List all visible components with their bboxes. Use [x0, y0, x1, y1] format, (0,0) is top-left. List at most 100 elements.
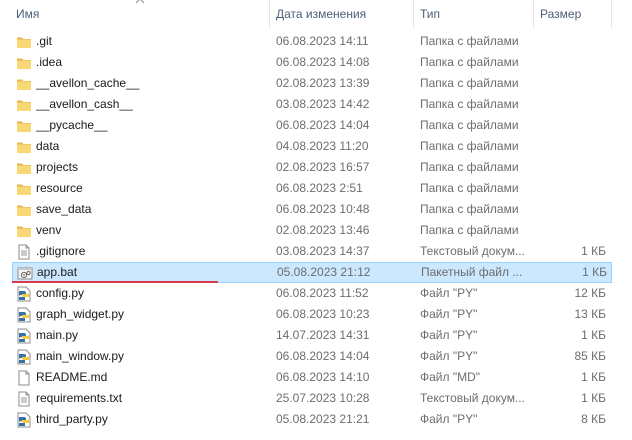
column-header-bar: Имя Дата изменения Тип Размер: [0, 0, 632, 28]
folder-icon: [16, 52, 34, 73]
file-size: 1 КБ: [582, 265, 607, 279]
file-row[interactable]: save_data 06.08.2023 10:48 Папка с файлами: [12, 199, 612, 220]
file-name: projects: [36, 160, 79, 174]
folder-icon: [16, 73, 34, 94]
file-type: Файл "MD": [420, 370, 481, 384]
folder-icon: [16, 220, 34, 241]
file-row[interactable]: third_party.py 05.08.2023 21:21 Файл "PY" 8…: [12, 409, 612, 430]
file-type: Текстовый докум...: [420, 391, 525, 405]
file-name: third_party.py: [36, 412, 108, 426]
file-size: [532, 31, 606, 52]
file-date-modified: 06.08.2023 14:10: [276, 370, 370, 384]
file-name: graph_widget.py: [36, 307, 125, 321]
file-size: [532, 157, 606, 178]
folder-icon: [16, 199, 34, 220]
column-separator[interactable]: [611, 0, 612, 28]
file-size: [532, 94, 606, 115]
file-name: app.bat: [37, 265, 78, 279]
file-type: Текстовый докум...: [420, 244, 525, 258]
folder-icon: [16, 94, 34, 115]
file-row[interactable]: config.py 06.08.2023 11:52 Файл "PY" 12 КБ: [12, 283, 612, 304]
file-row[interactable]: .idea 06.08.2023 14:08 Папка с файлами: [12, 52, 612, 73]
file-row[interactable]: venv 02.08.2023 13:46 Папка с файлами: [12, 220, 612, 241]
file-row[interactable]: requirements.txt 25.07.2023 10:28 Текстовы…: [12, 388, 612, 409]
file-row[interactable]: __avellon_cash__ 03.08.2023 14:42 Папка с …: [12, 94, 612, 115]
file-type: Папка с файлами: [420, 160, 519, 174]
file-row[interactable]: main_window.py 06.08.2023 14:04 Файл "PY" 8…: [12, 346, 612, 367]
python-file-icon: [16, 346, 34, 367]
file-type: Папка с файлами: [420, 223, 519, 237]
file-name: README.md: [36, 370, 108, 384]
file-row-selected[interactable]: app.bat 05.08.2023 21:12 Пакетный файл ...…: [12, 262, 612, 283]
file-row[interactable]: resource 06.08.2023 2:51 Папка с файлами: [12, 178, 612, 199]
file-size: [532, 178, 606, 199]
file-size: 8 КБ: [581, 412, 606, 426]
file-size: 1 КБ: [581, 244, 606, 258]
folder-icon: [16, 157, 34, 178]
folder-icon: [16, 178, 34, 199]
text-file-icon: [16, 388, 34, 409]
file-type: Папка с файлами: [420, 181, 519, 195]
file-size: 13 КБ: [574, 307, 606, 321]
file-type: Папка с файлами: [420, 97, 519, 111]
file-type: Папка с файлами: [420, 139, 519, 153]
file-date-modified: 04.08.2023 11:20: [276, 139, 369, 153]
file-name: requirements.txt: [36, 391, 123, 405]
text-file-icon: [16, 241, 34, 262]
file-date-modified: 06.08.2023 14:04: [276, 349, 370, 363]
file-row[interactable]: main.py 14.07.2023 14:31 Файл "PY" 1 КБ: [12, 325, 612, 346]
batch-file-icon: [17, 262, 35, 283]
python-file-icon: [16, 283, 34, 304]
file-date-modified: 03.08.2023 14:37: [276, 244, 370, 258]
file-date-modified: 14.07.2023 14:31: [276, 328, 370, 342]
file-name: data: [36, 139, 60, 153]
file-name: .idea: [36, 55, 63, 69]
file-date-modified: 06.08.2023 14:11: [276, 34, 369, 48]
file-type: Папка с файлами: [420, 34, 519, 48]
file-type: Папка с файлами: [420, 55, 519, 69]
file-row[interactable]: .gitignore 03.08.2023 14:37 Текстовый доку…: [12, 241, 612, 262]
folder-icon: [16, 136, 34, 157]
file-type: Файл "PY": [420, 328, 478, 342]
file-row[interactable]: projects 02.08.2023 16:57 Папка с файлами: [12, 157, 612, 178]
file-date-modified: 06.08.2023 10:48: [276, 202, 370, 216]
file-row[interactable]: README.md 06.08.2023 14:10 Файл "MD" 1 КБ: [12, 367, 612, 388]
column-header-name[interactable]: Имя: [10, 0, 268, 28]
file-date-modified: 02.08.2023 16:57: [276, 160, 370, 174]
file-name: save_data: [36, 202, 92, 216]
file-size: [532, 136, 606, 157]
file-row[interactable]: __avellon_cache__ 02.08.2023 13:39 Папка с…: [12, 73, 612, 94]
column-header-type[interactable]: Тип: [414, 0, 532, 28]
file-size: [532, 52, 606, 73]
python-file-icon: [16, 409, 34, 430]
python-file-icon: [16, 325, 34, 346]
file-date-modified: 06.08.2023 10:23: [276, 307, 370, 321]
column-header-size[interactable]: Размер: [534, 0, 610, 28]
file-name: __avellon_cache__: [36, 76, 140, 90]
file-row[interactable]: graph_widget.py 06.08.2023 10:23 Файл "PY"…: [12, 304, 612, 325]
file-date-modified: 05.08.2023 21:12: [277, 265, 371, 279]
file-size: [532, 220, 606, 241]
file-date-modified: 25.07.2023 10:28: [276, 391, 370, 405]
column-header-date[interactable]: Дата изменения: [270, 0, 412, 28]
file-size: [532, 199, 606, 220]
file-type: Файл "PY": [420, 307, 478, 321]
file-size: 12 КБ: [574, 286, 606, 300]
file-name: .git: [36, 34, 53, 48]
folder-icon: [16, 115, 34, 136]
file-name: .gitignore: [36, 244, 86, 258]
file-row[interactable]: __pycache__ 06.08.2023 14:04 Папка с файла…: [12, 115, 612, 136]
file-name: __avellon_cash__: [36, 97, 133, 111]
file-row[interactable]: .git 06.08.2023 14:11 Папка с файлами: [12, 31, 612, 52]
file-name: __pycache__: [36, 118, 108, 132]
file-date-modified: 03.08.2023 14:42: [276, 97, 370, 111]
file-type: Файл "PY": [420, 286, 478, 300]
file-size: 1 КБ: [581, 328, 606, 342]
file-date-modified: 02.08.2023 13:39: [276, 76, 370, 90]
file-date-modified: 06.08.2023 14:04: [276, 118, 370, 132]
file-type: Файл "PY": [420, 412, 478, 426]
file-date-modified: 06.08.2023 2:51: [276, 181, 363, 195]
file-type: Папка с файлами: [420, 76, 519, 90]
file-type: Файл "PY": [420, 349, 478, 363]
file-row[interactable]: data 04.08.2023 11:20 Папка с файлами: [12, 136, 612, 157]
